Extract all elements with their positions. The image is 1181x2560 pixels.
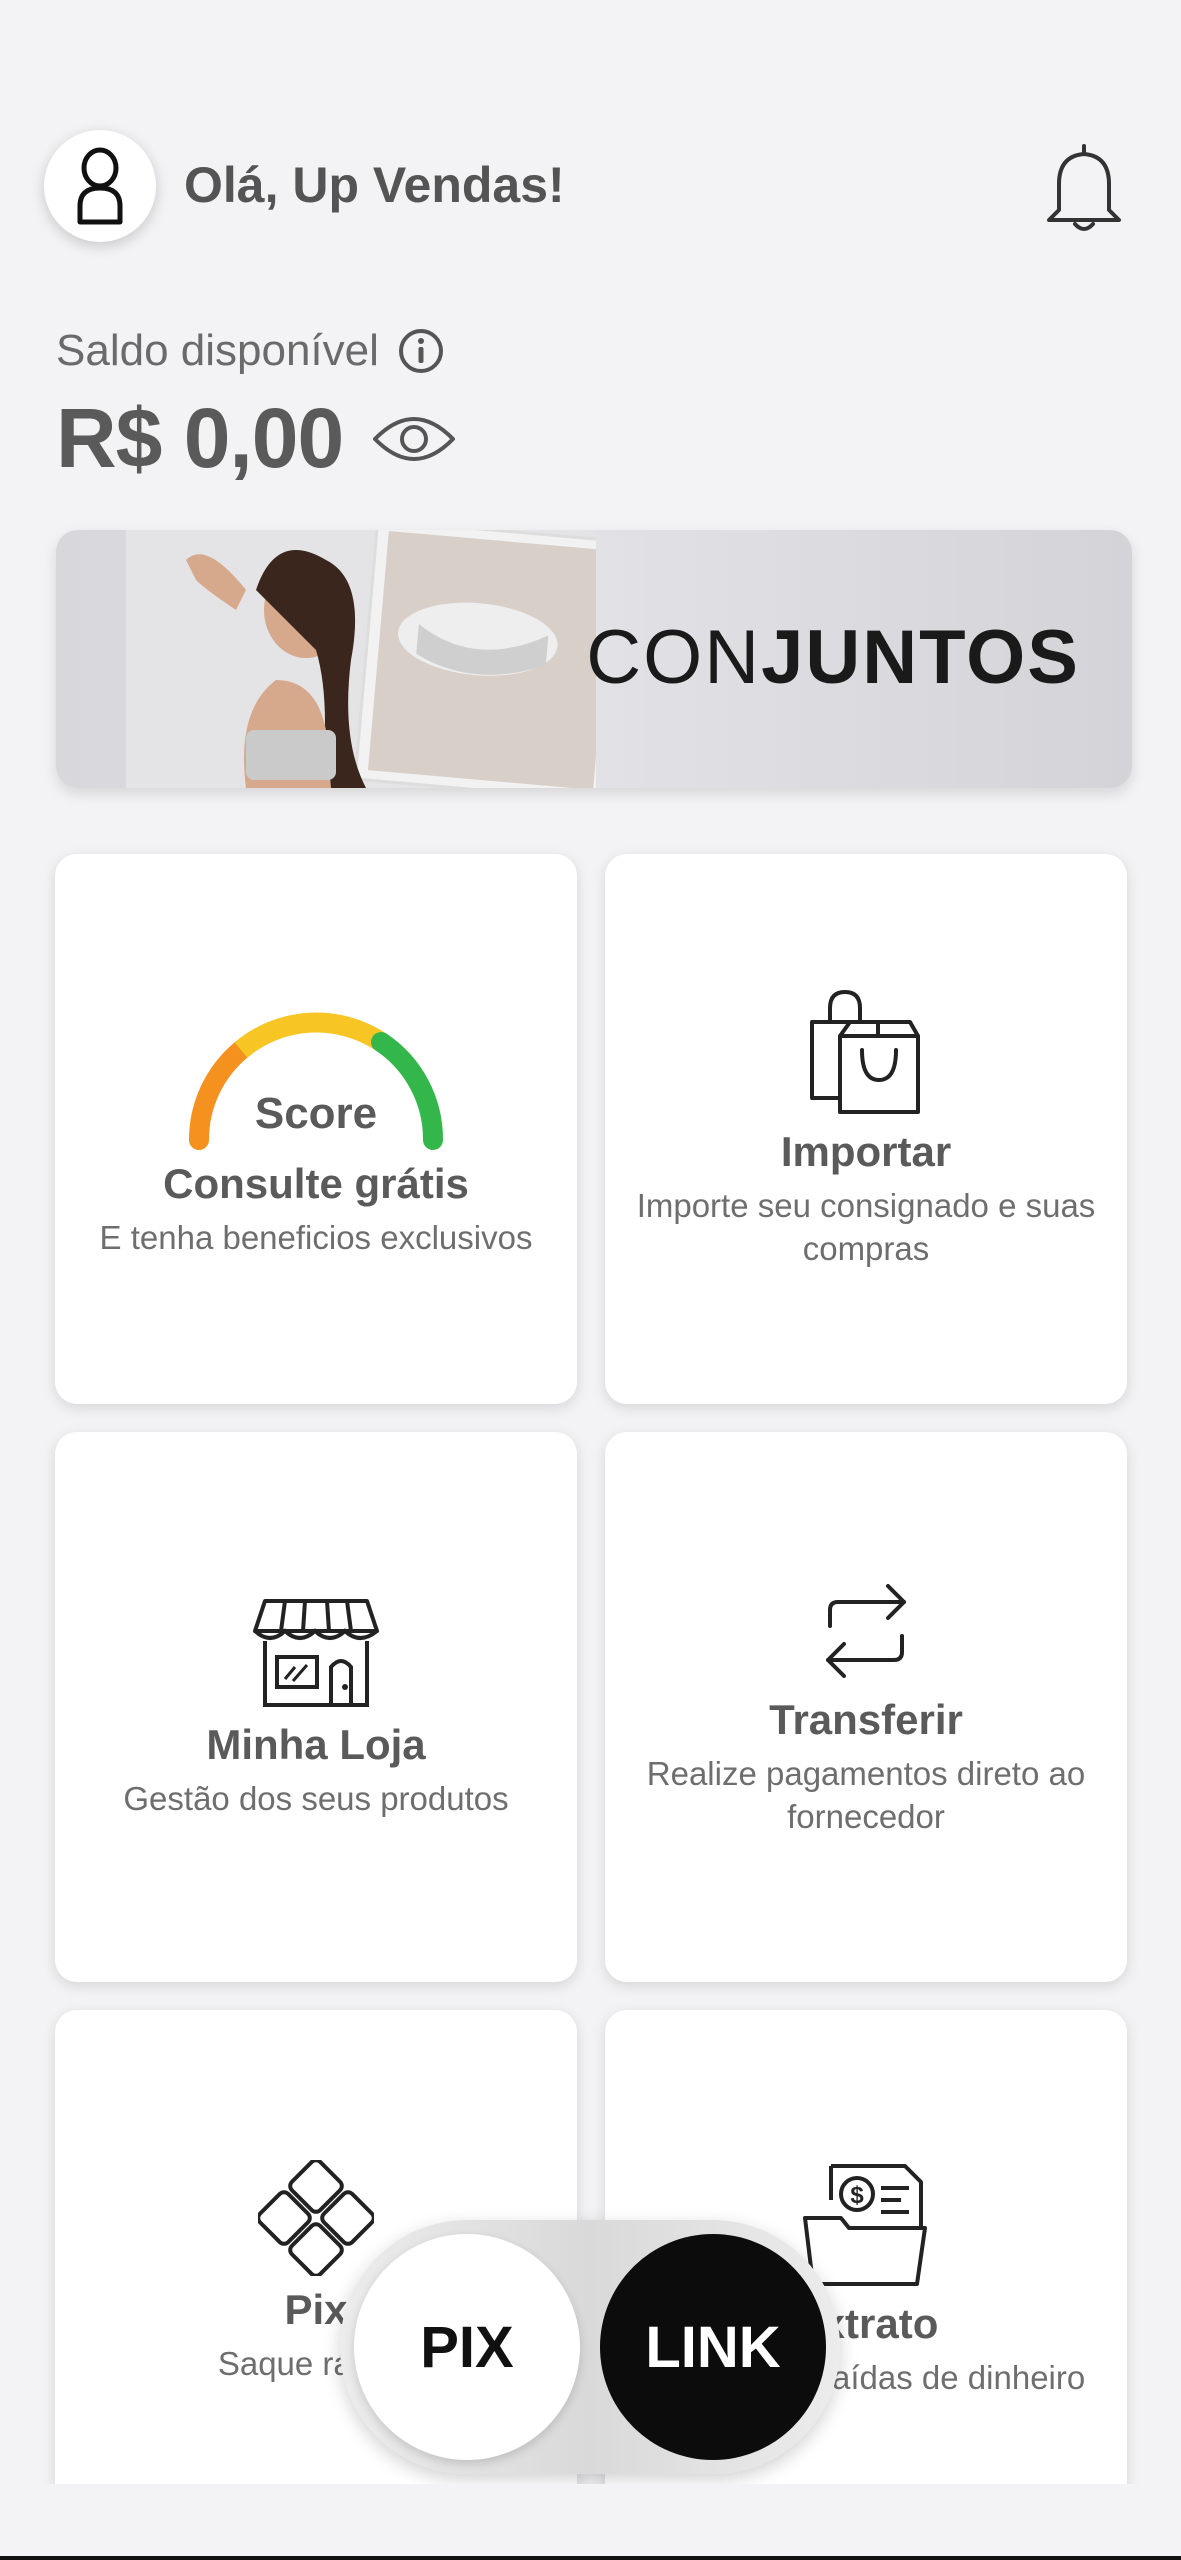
- score-gauge-icon: Score: [188, 1012, 444, 1150]
- score-gauge-label: Score: [255, 1089, 377, 1138]
- card-subtitle: Realize pagamentos direto ao fornecedor: [646, 1755, 1086, 1835]
- statement-icon: $: [803, 2164, 927, 2286]
- home-indicator: [0, 2556, 1181, 2560]
- my-store-card[interactable]: Minha Loja Gestão dos seus produtos: [55, 1432, 577, 1982]
- import-card[interactable]: Importar Importe seu consignado e suas c…: [605, 854, 1127, 1404]
- header: Olá, Up Vendas!: [44, 130, 1137, 248]
- transfer-card[interactable]: Transferir Realize pagamentos direto ao …: [605, 1432, 1127, 1982]
- bell-icon[interactable]: [1041, 140, 1127, 236]
- store-icon: [253, 1598, 379, 1707]
- bottom-bar: [0, 2484, 1181, 2560]
- card-title: Importar: [780, 1128, 952, 1175]
- card-subtitle: Gestão dos seus produtos: [123, 1779, 509, 1817]
- card-subtitle: E tenha beneficios exclusivos: [99, 1218, 533, 1256]
- person-icon: [77, 147, 123, 225]
- pix-button[interactable]: PIX: [354, 2234, 580, 2460]
- home-screen: Olá, Up Vendas! Saldo disponível R$ 0,00: [0, 0, 1181, 2560]
- score-card[interactable]: Score Consulte grátis E tenha beneficios…: [55, 854, 577, 1404]
- card-subtitle: Importe seu consignado e suas compras: [636, 1187, 1096, 1267]
- balance-label: Saldo disponível: [56, 326, 379, 375]
- avatar[interactable]: [44, 130, 156, 242]
- balance-row: R$ 0,00: [56, 390, 457, 487]
- balance-value: R$ 0,00: [56, 391, 344, 485]
- info-icon[interactable]: [397, 327, 445, 375]
- transfer-arrows-icon: [826, 1584, 906, 1678]
- link-button[interactable]: LINK: [600, 2234, 826, 2460]
- card-title: Transferir: [769, 1696, 963, 1743]
- pix-icon: [258, 2160, 374, 2276]
- card-title: Pix: [284, 2286, 348, 2333]
- eye-icon[interactable]: [371, 411, 457, 467]
- shopping-bags-icon: [810, 989, 920, 1114]
- banner-title: CONJUNTOS: [586, 614, 1080, 701]
- svg-text:$: $: [850, 2182, 864, 2209]
- floating-action-pill: PIX LINK: [340, 2220, 840, 2474]
- card-title: Minha Loja: [206, 1720, 426, 1768]
- banner-photo: [126, 530, 596, 788]
- card-title: Consulte grátis: [163, 1159, 469, 1207]
- banner-title-bold: JUNTOS: [761, 615, 1080, 700]
- greeting-text: Olá, Up Vendas!: [184, 157, 565, 213]
- balance-label-row: Saldo disponível: [56, 326, 445, 376]
- promo-banner[interactable]: CONJUNTOS: [56, 530, 1132, 788]
- banner-title-light: CON: [586, 615, 762, 700]
